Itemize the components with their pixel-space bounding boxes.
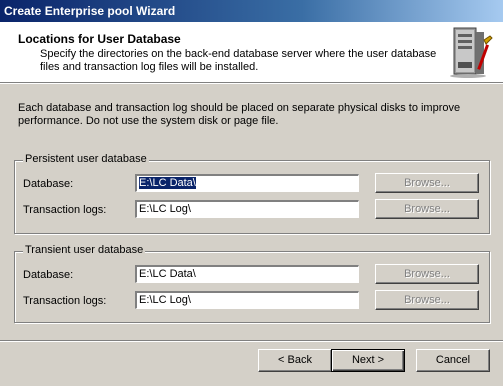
transient-logs-input[interactable]: E:\LC Log\ — [135, 291, 359, 309]
persistent-db-legend: Persistent user database — [23, 153, 149, 165]
persistent-logs-input[interactable]: E:\LC Log\ — [135, 200, 359, 218]
persistent-logs-label: Transaction logs: — [23, 204, 107, 216]
wizard-header: Locations for User Database Specify the … — [0, 22, 503, 83]
persistent-database-value: E:\LC Data\ — [139, 177, 196, 189]
transient-logs-label: Transaction logs: — [23, 295, 107, 307]
transient-logs-browse-button[interactable]: Browse... — [375, 290, 479, 310]
persistent-database-input[interactable]: E:\LC Data\ — [135, 174, 359, 192]
intro-text: Each database and transaction log should… — [18, 102, 461, 127]
transient-database-input[interactable]: E:\LC Data\ — [135, 265, 359, 283]
transient-db-legend: Transient user database — [23, 244, 146, 256]
next-button[interactable]: Next > — [331, 349, 405, 372]
wizard-window: Create Enterprise pool Wizard Locations … — [0, 0, 503, 386]
title-bar[interactable]: Create Enterprise pool Wizard — [0, 0, 503, 22]
persistent-db-group: Persistent user database Database: E:\LC… — [14, 153, 490, 234]
transient-database-browse-button[interactable]: Browse... — [375, 264, 479, 284]
cancel-button[interactable]: Cancel — [416, 349, 490, 372]
header-separator — [0, 83, 503, 84]
page-title: Locations for User Database — [18, 32, 181, 46]
server-icon — [450, 27, 493, 78]
page-description: Specify the directories on the back-end … — [40, 48, 437, 73]
back-button[interactable]: < Back — [258, 349, 332, 372]
persistent-database-label: Database: — [23, 178, 74, 190]
footer-separator — [0, 340, 503, 342]
transient-db-group: Transient user database Database: E:\LC … — [14, 244, 490, 323]
transient-database-label: Database: — [23, 269, 74, 281]
persistent-database-browse-button[interactable]: Browse... — [375, 173, 479, 193]
persistent-logs-browse-button[interactable]: Browse... — [375, 199, 479, 219]
window-title: Create Enterprise pool Wizard — [4, 4, 176, 18]
